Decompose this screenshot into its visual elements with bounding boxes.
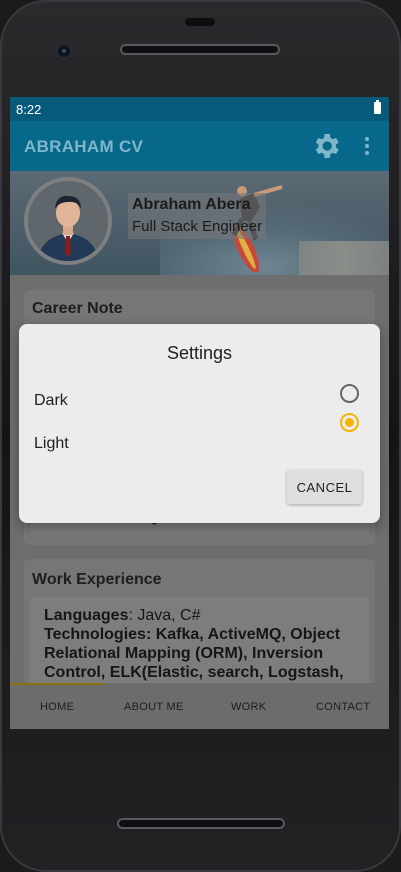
profile-role: Full Stack Engineer xyxy=(132,218,263,235)
earpiece-speaker xyxy=(185,18,215,26)
dialog-title: Settings xyxy=(166,343,233,363)
option-dark-label[interactable]: Dark xyxy=(34,392,68,410)
nav-contact[interactable]: CONTACT xyxy=(316,701,370,713)
work-experience-text: Languages: Java, C# Technologies: Kafka,… xyxy=(44,606,364,682)
profile-header-banner: Abraham Abera Full Stack Engineer xyxy=(10,171,389,275)
profile-name: Abraham Abera xyxy=(132,196,251,213)
option-light-radio[interactable] xyxy=(340,413,359,432)
work-experience-body: Languages: Java, C# Technologies: Kafka,… xyxy=(30,597,369,697)
avatar xyxy=(24,177,112,265)
option-dark-radio[interactable] xyxy=(340,384,359,403)
settings-gear-icon[interactable] xyxy=(310,130,342,162)
technologies-text: Technologies: Kafka, ActiveMQ, Object Re… xyxy=(44,626,344,681)
cancel-button[interactable]: CANCEL xyxy=(287,470,362,504)
bottom-navigation: HOME ABOUT ME WORK CONTACT xyxy=(10,683,389,729)
languages-label: Languages xyxy=(44,607,129,624)
phone-frame: 8:22 ABRAHAM CV Abraham Abera Full Stack… xyxy=(0,0,401,872)
battery-icon xyxy=(374,100,381,114)
bottom-speaker-grille xyxy=(117,818,285,829)
person-avatar-icon xyxy=(28,181,108,261)
status-bar: 8:22 xyxy=(10,97,389,121)
app-bar: ABRAHAM CV xyxy=(10,121,389,171)
option-light-label[interactable]: Light xyxy=(34,435,69,453)
nav-work[interactable]: WORK xyxy=(231,701,266,713)
work-experience-title: Work Experience xyxy=(32,571,162,588)
status-time: 8:22 xyxy=(16,102,42,117)
city-background xyxy=(299,241,389,275)
top-speaker-grille xyxy=(120,44,280,55)
settings-dialog: Settings Dark Light CANCEL xyxy=(19,324,380,523)
work-experience-card: Work Experience Languages: Java, C# Tech… xyxy=(24,559,375,699)
more-options-icon[interactable] xyxy=(362,134,372,158)
front-camera-icon xyxy=(56,43,72,59)
nav-active-indicator xyxy=(10,683,105,685)
languages-value: : Java, C# xyxy=(128,607,201,624)
nav-about-me[interactable]: ABOUT ME xyxy=(124,701,184,713)
app-title: ABRAHAM CV xyxy=(24,137,144,156)
nav-home[interactable]: HOME xyxy=(40,701,74,713)
career-note-title: Career Note xyxy=(32,300,123,317)
